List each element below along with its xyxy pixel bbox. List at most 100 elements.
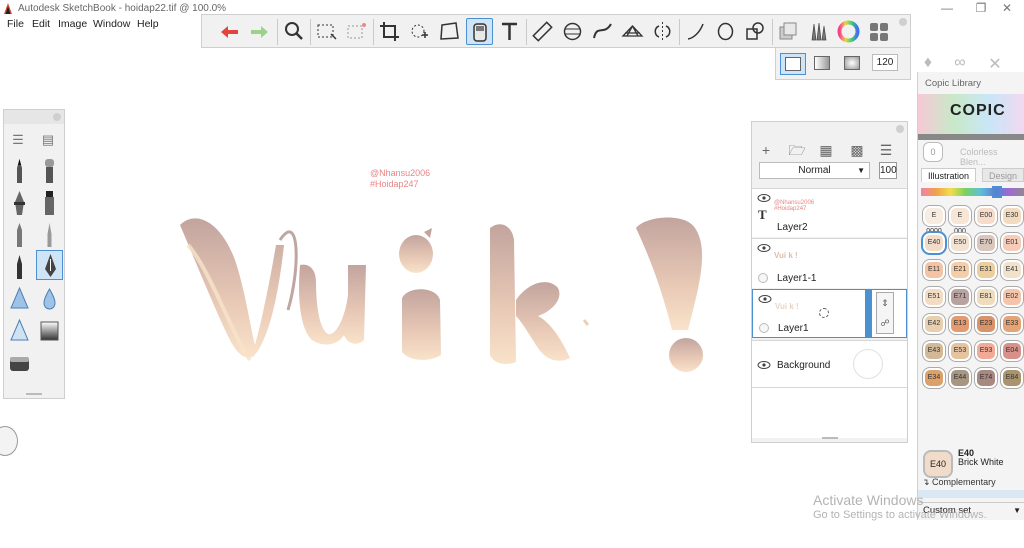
layer-row-background[interactable]: Background <box>752 340 907 388</box>
airbrush-icon[interactable] <box>36 156 63 186</box>
ellipse-icon[interactable] <box>712 18 739 45</box>
visibility-eye-icon[interactable] <box>757 243 771 253</box>
copic-swatch[interactable]: E51 <box>923 287 945 307</box>
french-curve-icon[interactable] <box>589 18 616 45</box>
copic-swatch[interactable]: E00 <box>975 206 997 226</box>
background-color-thumb[interactable] <box>853 349 883 379</box>
copic-swatch[interactable]: E 000 <box>949 206 971 235</box>
copic-swatch[interactable]: E40 <box>923 233 945 253</box>
blur-drop-icon[interactable] <box>36 284 63 314</box>
clear-layer-icon[interactable]: ▩ <box>848 142 866 158</box>
layer-row-layer2[interactable]: T @Nhansu2006 #Hoidap247 Layer2 <box>752 188 907 237</box>
layer-row-layer1[interactable]: Vui k ! Layer1 ⇕ ☍ <box>752 289 907 338</box>
brushes-icon[interactable] <box>805 18 832 45</box>
copic-swatch[interactable]: E93 <box>975 341 997 361</box>
copic-swatch[interactable]: E 0000 <box>923 206 945 235</box>
minimize-icon[interactable]: — <box>930 0 964 17</box>
layer-radio[interactable] <box>759 323 769 333</box>
blend-mode-select[interactable]: Normal ▼ <box>759 162 870 179</box>
copic-marker-icon[interactable] <box>466 18 493 45</box>
marker-brush-icon[interactable] <box>36 188 63 218</box>
palette-icon[interactable] <box>865 18 892 45</box>
menu-file[interactable]: File <box>7 18 24 30</box>
copic-swatch[interactable]: E11 <box>923 260 945 280</box>
copic-swatch[interactable]: E31 <box>975 260 997 280</box>
copic-swatch[interactable]: E13 <box>949 314 971 334</box>
copic-swatch[interactable]: E02 <box>1001 287 1023 307</box>
tab-design[interactable]: Design <box>982 168 1024 182</box>
symmetry-icon[interactable] <box>649 18 676 45</box>
copic-swatch[interactable]: E41 <box>1001 260 1023 280</box>
technical-pen-icon[interactable] <box>6 252 33 282</box>
copic-swatch[interactable]: E42 <box>923 314 945 334</box>
paint-bucket-icon[interactable]: ♦ <box>918 54 938 74</box>
copic-swatch[interactable]: E43 <box>923 341 945 361</box>
color-wheel-icon[interactable] <box>835 18 862 45</box>
layers-icon[interactable] <box>775 18 802 45</box>
ballpoint-pen-icon[interactable] <box>6 220 33 250</box>
brush-shape-soft-icon[interactable] <box>810 53 836 75</box>
copic-collapse-strip[interactable] <box>918 134 1024 140</box>
eraser-gradient-icon[interactable] <box>36 316 63 346</box>
layer-move-control[interactable]: ⇕ ☍ <box>876 292 894 334</box>
layer-opacity-field[interactable]: 100 <box>879 162 897 179</box>
redo-icon[interactable] <box>246 18 273 45</box>
brush-properties-icon[interactable]: ☰ <box>7 132 29 148</box>
eraser-icon[interactable] <box>6 348 33 378</box>
close-icon[interactable]: ✕ <box>990 0 1024 17</box>
copic-swatch[interactable]: E01 <box>1001 233 1023 253</box>
visibility-eye-icon[interactable] <box>758 294 772 304</box>
undo-icon[interactable] <box>216 18 243 45</box>
copic-swatch[interactable]: E21 <box>949 260 971 280</box>
add-layer-icon[interactable]: + <box>757 142 775 158</box>
copic-swatch[interactable]: E84 <box>1001 368 1023 388</box>
copic-hue-strip[interactable] <box>921 188 1024 196</box>
visibility-eye-icon[interactable] <box>757 193 771 203</box>
menu-window[interactable]: Window <box>93 18 130 30</box>
select-lasso-icon[interactable] <box>343 18 370 45</box>
layer-panel-close-icon[interactable] <box>896 125 904 133</box>
smudge-brush-icon[interactable] <box>6 284 33 314</box>
brush-library-icon[interactable]: ▤ <box>37 132 59 148</box>
toolbar-close-icon[interactable] <box>899 18 907 26</box>
copic-swatch[interactable]: E53 <box>949 341 971 361</box>
copic-swatch[interactable]: E34 <box>923 368 945 388</box>
menu-edit[interactable]: Edit <box>32 18 50 30</box>
add-group-icon[interactable]: 🗁 <box>788 142 806 158</box>
menu-image[interactable]: Image <box>58 18 87 30</box>
text-tool-icon[interactable] <box>496 18 523 45</box>
inking-pen-icon[interactable] <box>6 188 33 218</box>
selected-color-swatch[interactable]: E40 <box>923 450 953 478</box>
hue-selector-marker[interactable] <box>992 186 1002 198</box>
palette-resize-grip[interactable] <box>26 393 42 395</box>
colorless-blender-swatch[interactable]: 0 <box>923 142 943 162</box>
copic-swatch[interactable]: E71 <box>949 287 971 307</box>
brush-size-field[interactable]: 120 <box>872 54 898 71</box>
brush-shape-square-icon[interactable] <box>780 53 806 75</box>
copic-swatch[interactable]: E30 <box>1001 206 1023 226</box>
ruler-icon[interactable] <box>529 18 556 45</box>
crop-icon[interactable] <box>376 18 403 45</box>
copic-swatch[interactable]: E23 <box>975 314 997 334</box>
pencil-brush-icon[interactable] <box>6 156 33 186</box>
copic-swatch[interactable]: E50 <box>949 233 971 253</box>
zoom-icon[interactable] <box>280 18 307 45</box>
layer-radio[interactable] <box>758 273 768 283</box>
layer-row-layer1-1[interactable]: Vui k ! Layer1-1 <box>752 238 907 288</box>
palette-close-icon[interactable] <box>53 113 61 121</box>
visibility-eye-icon[interactable] <box>757 360 771 370</box>
ellipse-guide-icon[interactable] <box>559 18 586 45</box>
shape-icon[interactable] <box>742 18 769 45</box>
copic-swatch[interactable]: E44 <box>949 368 971 388</box>
copic-swatch[interactable]: E74 <box>975 368 997 388</box>
copic-swatch[interactable]: E33 <box>1001 314 1023 334</box>
copic-swatch[interactable]: E70 <box>975 233 997 253</box>
tab-illustration[interactable]: Illustration <box>921 168 977 182</box>
distort-icon[interactable] <box>406 18 433 45</box>
copic-swatch[interactable]: E04 <box>1001 341 1023 361</box>
paintbrush-icon[interactable] <box>36 220 63 250</box>
select-rect-icon[interactable] <box>313 18 340 45</box>
stroke-icon[interactable] <box>682 18 709 45</box>
add-image-icon[interactable]: ▦ <box>817 142 835 158</box>
transform-icon[interactable] <box>436 18 463 45</box>
